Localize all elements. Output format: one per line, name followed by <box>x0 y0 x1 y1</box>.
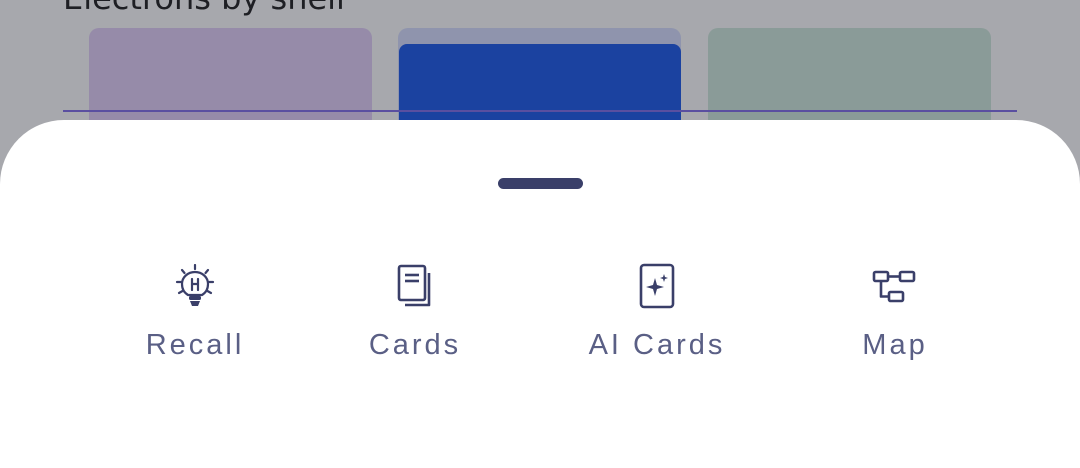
recall-button[interactable]: Recall <box>120 262 270 372</box>
ai-cards-label: AI Cards <box>588 329 726 361</box>
screen: Electrons by shell <box>0 0 1080 468</box>
recall-label: Recall <box>145 329 245 361</box>
cards-icon <box>391 262 439 310</box>
mind-map-icon <box>871 262 919 310</box>
map-label: Map <box>862 329 928 361</box>
divider-line <box>63 110 1017 112</box>
cards-label: Cards <box>368 329 462 361</box>
lightbulb-icon <box>171 262 219 310</box>
cards-button[interactable]: Cards <box>340 262 490 372</box>
map-button[interactable]: Map <box>820 262 970 372</box>
sheet-drag-handle[interactable] <box>498 178 583 189</box>
ai-sparkle-card-icon <box>633 262 681 310</box>
section-title: Electrons by shell <box>63 0 345 18</box>
ai-cards-button[interactable]: AI Cards <box>567 262 747 372</box>
